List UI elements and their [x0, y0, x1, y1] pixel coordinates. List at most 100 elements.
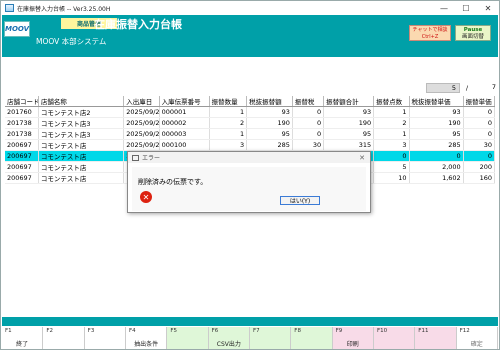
table-cell: 000002 — [159, 117, 210, 129]
function-key-f8[interactable]: F8 — [291, 327, 333, 349]
column-header[interactable]: 振替単価 — [463, 96, 496, 107]
function-key-f1[interactable]: F1 終了 — [2, 327, 44, 349]
function-key-f9[interactable]: F9 印刷 — [332, 327, 374, 349]
table-cell: 000100 — [159, 139, 210, 151]
function-key-code: F9 — [335, 328, 343, 334]
function-key-label: CSV出力 — [216, 341, 241, 348]
function-key-code: F11 — [418, 328, 429, 334]
function-key-code: F5 — [170, 328, 177, 334]
total-pages: 7 — [491, 83, 496, 91]
function-key-label: 終了 — [16, 341, 29, 348]
app-icon — [5, 4, 14, 12]
function-key-f3[interactable]: F3 — [84, 327, 126, 349]
function-key-code: F1 — [5, 328, 12, 334]
table-cell: 200697 — [5, 150, 39, 162]
function-key-code: F3 — [87, 328, 95, 334]
function-key-f2[interactable]: F2 — [43, 327, 85, 349]
table-cell: 000001 — [159, 106, 210, 118]
table-cell: 2025/09/25 — [123, 106, 160, 118]
function-key-f10[interactable]: F10 — [373, 327, 416, 349]
column-header[interactable]: 税抜振替額 — [246, 96, 293, 107]
table-cell: 95 — [409, 128, 464, 140]
dialog-message: 削除済みの伝票です。 — [138, 178, 208, 186]
table-cell: 285 — [409, 139, 464, 151]
app-window: 在庫振替入力台帳 -- Ver3.25.00H — ☐ ✕ MOOV 商品管理 … — [0, 0, 500, 350]
table-cell: 190 — [246, 117, 293, 129]
chat-consult-button[interactable]: チャットで相談 Ctrl+Z — [409, 25, 451, 41]
table-cell: 1 — [209, 128, 248, 140]
function-key-f5[interactable]: F5 — [167, 327, 209, 349]
pause-button[interactable]: Pause 画面切替 — [455, 25, 491, 41]
table-cell: 201738 — [5, 117, 39, 129]
table-cell: 2 — [209, 117, 248, 129]
table-cell: 0 — [373, 150, 410, 162]
dialog-app-icon — [132, 154, 139, 161]
system-name: MOOV 本部システム — [36, 37, 107, 46]
pause-button-label: Pause — [463, 27, 483, 33]
column-header[interactable]: 入出庫日 — [123, 96, 160, 107]
current-page: 5 — [426, 83, 460, 93]
function-key-label: 抽出条件 — [134, 341, 159, 348]
table-cell: 1 — [373, 106, 410, 118]
chat-button-label: チャットで相談 — [412, 27, 448, 33]
table-cell: 1 — [209, 106, 248, 118]
table-cell: 2025/09/25 — [123, 128, 160, 140]
table-cell: 200697 — [5, 161, 39, 173]
function-key-code: F12 — [459, 328, 470, 334]
table-cell: 95 — [323, 128, 375, 140]
table-cell: コモンテスト店 — [38, 172, 125, 184]
column-header[interactable]: 税抜振替単価 — [409, 96, 464, 107]
table-cell: 200 — [463, 161, 496, 173]
window-title: 在庫振替入力台帳 -- Ver3.25.00H — [17, 5, 111, 13]
column-header[interactable]: 入庫伝票番号 — [159, 96, 210, 107]
column-header[interactable]: 振替額合計 — [323, 96, 375, 107]
table-row[interactable]: 201738コモンテスト店32025/09/250000022190019021… — [5, 117, 496, 129]
column-header[interactable]: 店舗名称 — [38, 96, 125, 107]
error-icon: ✕ — [140, 191, 152, 203]
column-header[interactable]: 振替数量 — [209, 96, 248, 107]
function-key-f6[interactable]: F6 CSV出力 — [208, 327, 250, 349]
function-key-f4[interactable]: F4 抽出条件 — [125, 327, 168, 349]
title-bar: 在庫振替入力台帳 -- Ver3.25.00H — ☐ ✕ — [1, 1, 499, 15]
table-cell: 30 — [292, 139, 325, 151]
table-cell: 2025/09/25 — [123, 139, 160, 151]
function-key-f11[interactable]: F11 — [415, 327, 457, 349]
table-cell: 93 — [409, 106, 464, 118]
error-dialog: エラー ✕ 削除済みの伝票です。 ✕ はい(Y) — [127, 151, 371, 213]
table-row[interactable]: 200697コモンテスト店2025/09/2500010032853031532… — [5, 139, 496, 151]
table-cell: コモンテスト店3 — [38, 128, 125, 140]
table-cell: コモンテスト店3 — [38, 117, 125, 129]
table-cell: 200697 — [5, 172, 39, 184]
dialog-close-icon[interactable]: ✕ — [359, 154, 365, 162]
table-cell: 2,000 — [409, 161, 464, 173]
table-cell: コモンテスト店 — [38, 139, 125, 151]
table-cell: 95 — [246, 128, 293, 140]
column-header[interactable]: 店舗コード — [5, 96, 39, 107]
function-key-label: 確定 — [470, 341, 483, 348]
table-cell: 200697 — [5, 139, 39, 151]
table-row[interactable]: 201760コモンテスト店22025/09/250000011930931930 — [5, 106, 496, 118]
minimize-button[interactable]: — — [433, 1, 455, 15]
table-row[interactable]: 201738コモンテスト店32025/09/250000031950951950 — [5, 128, 496, 140]
function-key-f12[interactable]: F12 確定 — [456, 327, 498, 349]
table-cell: 285 — [246, 139, 293, 151]
table-cell: 93 — [323, 106, 375, 118]
table-cell: 1,602 — [409, 172, 464, 184]
maximize-button[interactable]: ☐ — [455, 1, 477, 15]
dialog-title: エラー — [142, 155, 161, 162]
screen-title: 在庫振替入力台帳 — [94, 18, 182, 31]
table-cell: 2 — [373, 117, 410, 129]
table-cell: コモンテスト店 — [38, 161, 125, 173]
function-key-code: F4 — [128, 328, 136, 334]
function-strip — [2, 317, 498, 326]
page-counter: 5 / 7 — [426, 83, 499, 93]
function-key-f7[interactable]: F7 — [249, 327, 292, 349]
close-button[interactable]: ✕ — [477, 1, 499, 15]
function-key-code: F7 — [252, 328, 260, 334]
column-header[interactable]: 振替税 — [292, 96, 325, 107]
ok-button[interactable]: はい(Y) — [280, 196, 320, 205]
function-key-code: F6 — [211, 328, 219, 334]
table-cell: 0 — [292, 117, 325, 129]
table-cell: コモンテスト店 — [38, 150, 125, 162]
column-header[interactable]: 振替点数 — [373, 96, 410, 107]
